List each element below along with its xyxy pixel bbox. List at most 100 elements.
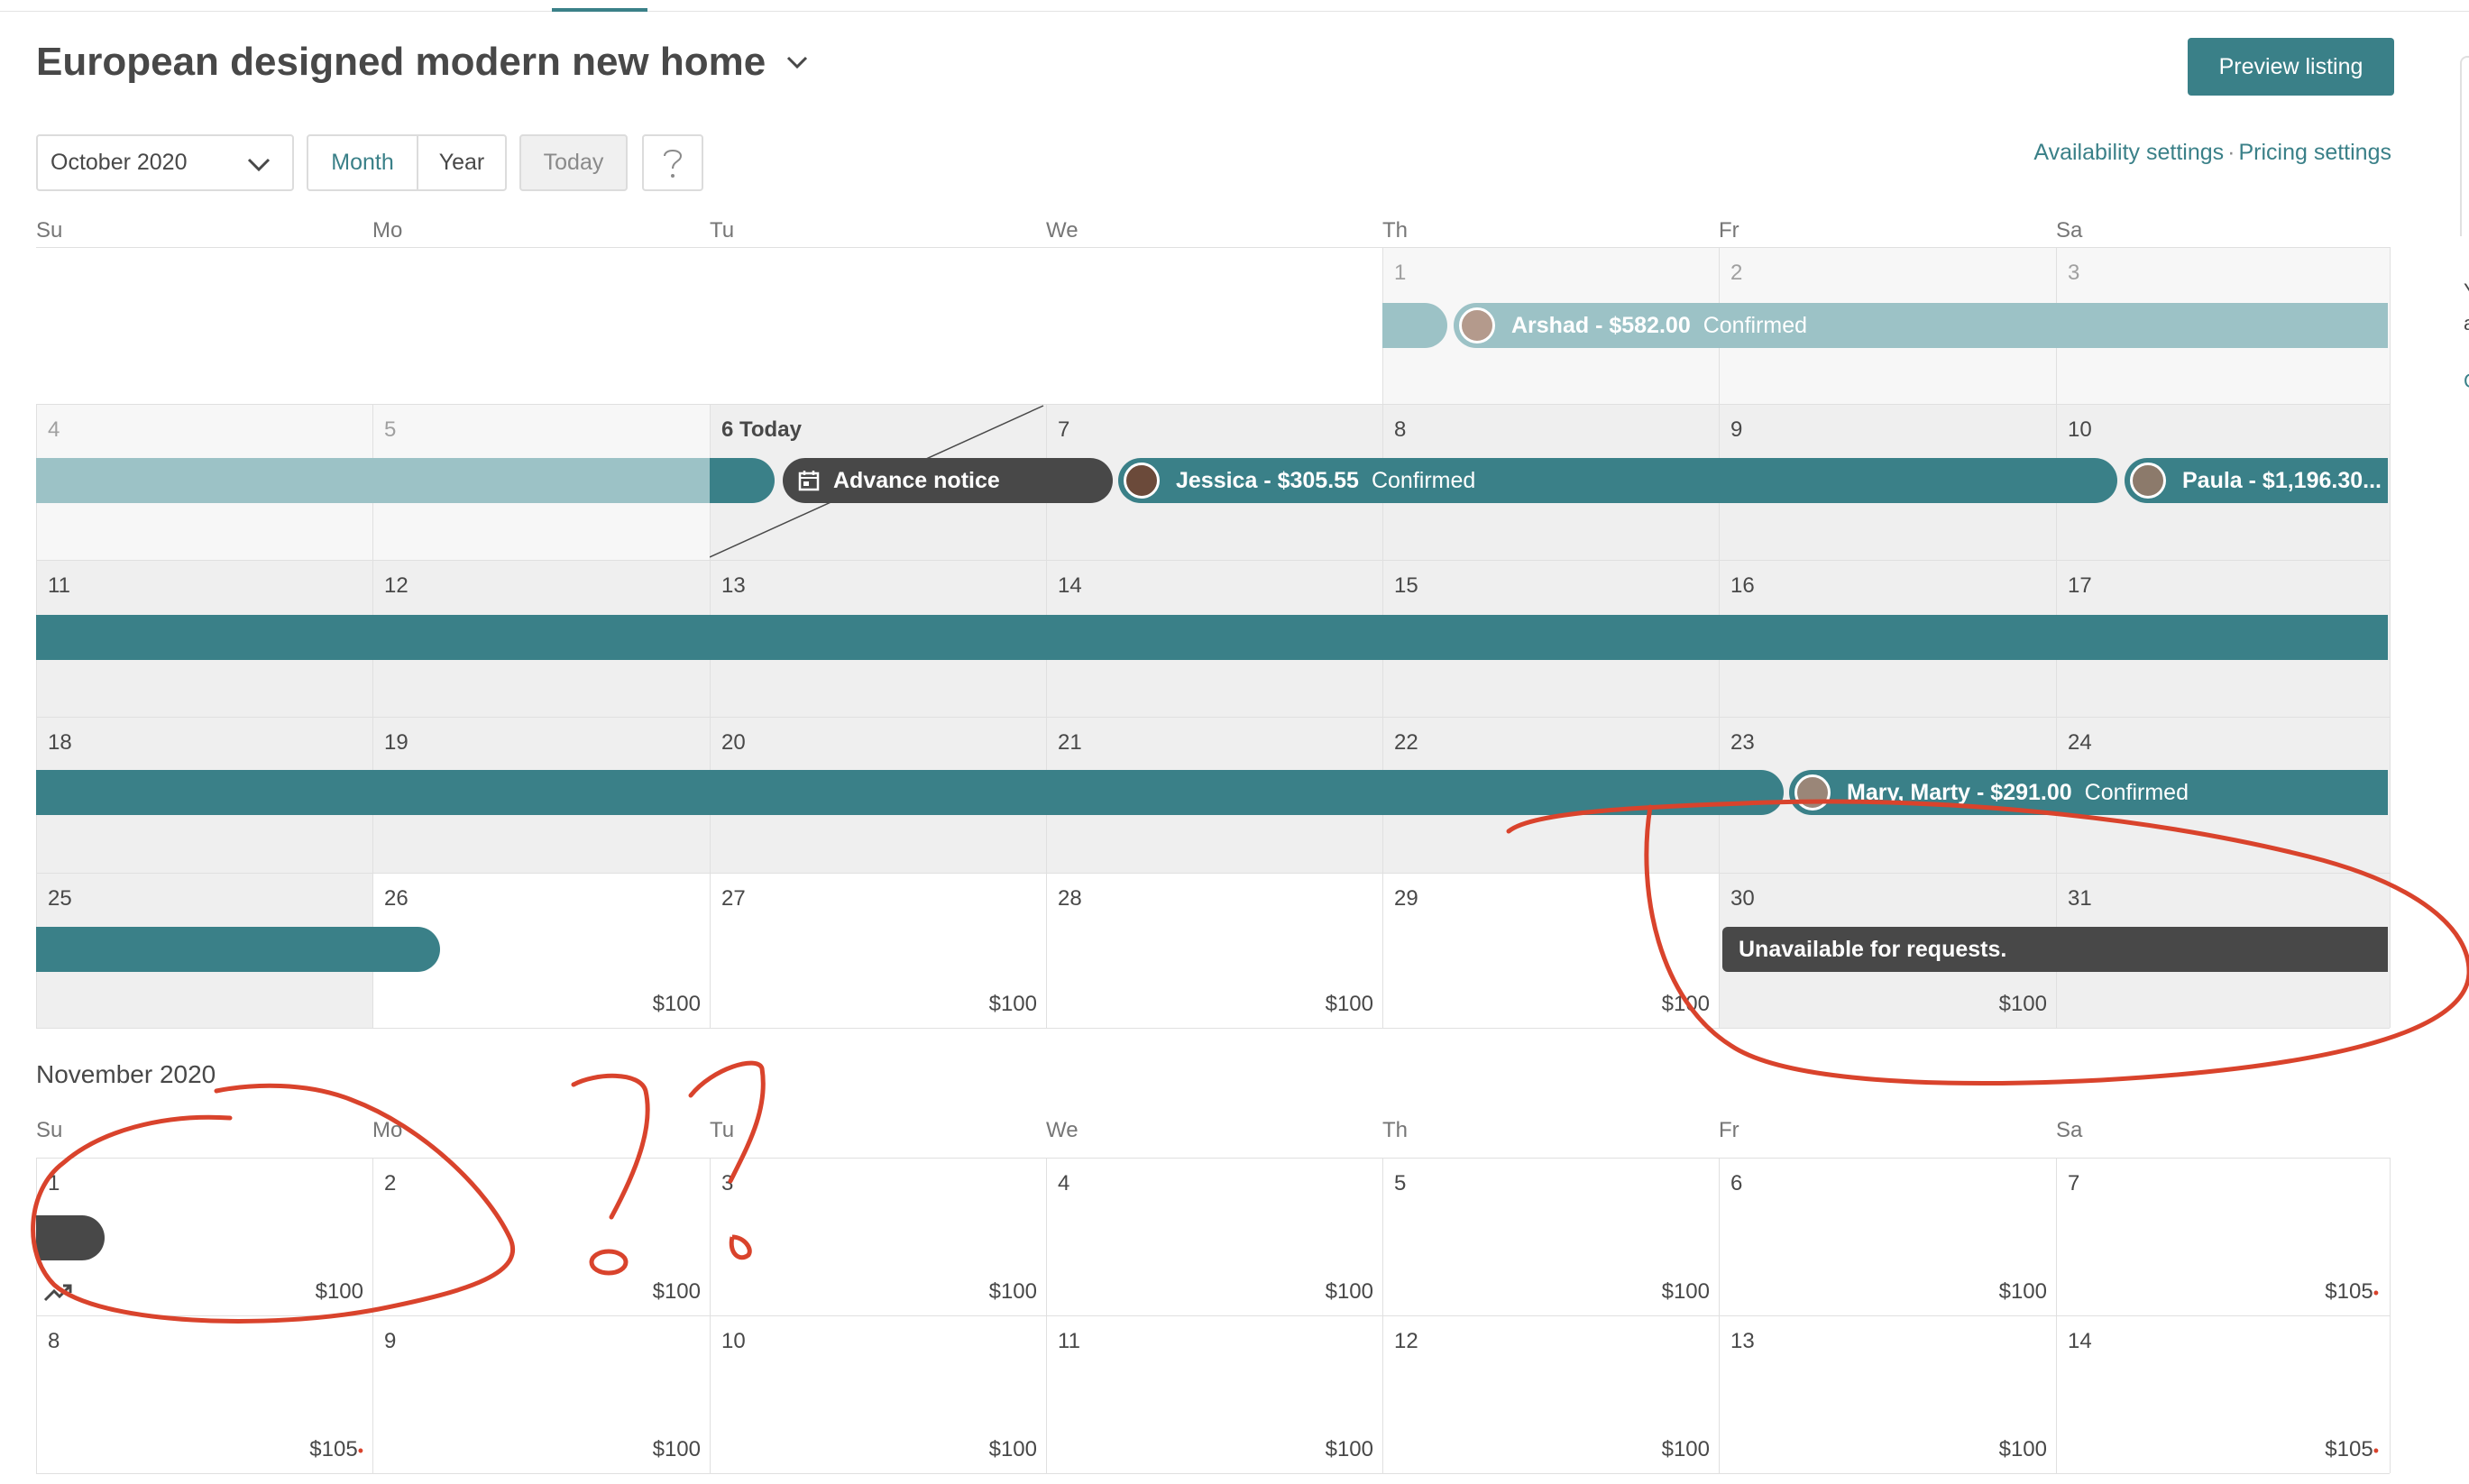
nightly-price: $100 [1325, 1437, 1373, 1461]
weekday-su: Su [36, 1118, 63, 1142]
day-cell[interactable]: 4 $100 [1046, 1158, 1382, 1315]
day-number: 2 [1730, 261, 1743, 285]
weekday-tu: Tu [710, 218, 735, 243]
help-button[interactable] [642, 134, 703, 191]
reservation-bar-jessica[interactable]: Jessica - $305.55 Confirmed [1118, 458, 2117, 503]
day-number: 4 [48, 417, 60, 442]
month-section-title: November 2020 [36, 1060, 216, 1088]
weekday-mo: Mo [372, 1118, 403, 1142]
day-number: 24 [2068, 730, 2092, 755]
reservation-status: Confirmed [2084, 779, 2189, 805]
day-number: 13 [721, 573, 746, 598]
day-number: 8 [48, 1329, 60, 1353]
listing-title[interactable]: European designed modern new home [36, 40, 811, 85]
weekday-we: We [1046, 1118, 1078, 1142]
nightly-price: $105• [309, 1437, 363, 1462]
day-cell[interactable]: 27 $100 [710, 873, 1046, 1028]
day-number: 16 [1730, 573, 1755, 598]
chevron-down-icon [787, 56, 808, 69]
availability-settings-link[interactable]: Availability settings [2033, 140, 2224, 165]
day-cell[interactable]: 5 $100 [1382, 1158, 1719, 1315]
day-number: 29 [1394, 886, 1418, 911]
day-number: 12 [384, 573, 408, 598]
day-cell[interactable]: 14 $105• [2056, 1315, 2390, 1473]
nightly-price: $100 [988, 1437, 1037, 1461]
unavailable-bar[interactable]: Unavailable for requests. [1722, 927, 2388, 972]
pricing-settings-link[interactable]: Pricing settings [2238, 140, 2391, 165]
day-cell[interactable]: 12 $100 [1382, 1315, 1719, 1473]
day-number: 18 [48, 730, 72, 755]
advance-notice-bar[interactable]: Advance notice [783, 458, 1113, 503]
weekday-th: Th [1382, 1118, 1409, 1142]
price-change-marker: • [2373, 1442, 2379, 1460]
nightly-price: $105• [2325, 1279, 2379, 1305]
reservation-bar-paula[interactable]: Paula - $1,196.30... [2125, 458, 2388, 503]
year-view-button[interactable]: Year [417, 134, 507, 191]
month-view-button[interactable]: Month [307, 134, 418, 191]
reservation-bar-previous[interactable] [1382, 303, 1447, 348]
day-cell[interactable]: 11 $100 [1046, 1315, 1382, 1473]
listing-title-text: European designed modern new home [36, 40, 766, 84]
nightly-price: $100 [1661, 1279, 1710, 1304]
price-change-marker: • [357, 1442, 363, 1460]
grid-edge [2390, 1158, 2391, 1473]
reservation-bar-arshad-cont[interactable] [36, 458, 710, 503]
day-number: 30 [1730, 886, 1755, 911]
side-panel-text: a [2464, 312, 2469, 335]
day-cell[interactable]: 28 $100 [1046, 873, 1382, 1028]
price-value: $105 [2325, 1437, 2373, 1461]
day-cell[interactable]: 3 $100 [710, 1158, 1046, 1315]
reservation-bar-mary[interactable]: Mary, Marty - $291.00 Confirmed [1789, 770, 2388, 815]
day-number: 14 [1058, 573, 1082, 598]
reservation-bar-arshad[interactable]: Arshad - $582.00 Confirmed [1454, 303, 2388, 348]
grid-edge [36, 1028, 2390, 1029]
day-cell[interactable]: 9 $100 [372, 1315, 710, 1473]
nightly-price: $100 [988, 992, 1037, 1016]
today-button[interactable]: Today [519, 134, 628, 191]
settings-links: Availability settings · Pricing settings [2033, 140, 2391, 166]
trend-up-icon [43, 1284, 72, 1302]
day-number: 13 [1730, 1329, 1755, 1353]
day-number: 1 [1394, 261, 1407, 285]
calendar-icon [798, 471, 820, 491]
day-number: 6 [1730, 1171, 1743, 1195]
day-number: 9 [384, 1329, 397, 1353]
day-number: 7 [1058, 417, 1070, 442]
day-cell[interactable]: 2 $100 [372, 1158, 710, 1315]
nightly-price: $100 [1998, 1279, 2047, 1304]
active-tab-indicator [552, 8, 647, 12]
reservation-bar-paula-cont[interactable] [36, 615, 2388, 660]
weekday-mo: Mo [372, 218, 403, 243]
day-number: 31 [2068, 886, 2092, 911]
month-select[interactable]: October 2020 [36, 134, 294, 191]
nightly-price: $100 [1325, 1279, 1373, 1304]
reservation-bar-mary-end[interactable] [36, 927, 440, 972]
day-number: 11 [1058, 1329, 1080, 1353]
price-change-marker: • [2373, 1284, 2379, 1302]
reservation-guest: Mary, Marty - $291.00 [1847, 779, 2072, 805]
day-cell[interactable]: 29 $100 [1382, 873, 1719, 1028]
nightly-price: $100 [652, 992, 701, 1016]
reservation-bar-paula-end[interactable] [36, 770, 1784, 815]
day-cell[interactable]: 10 $100 [710, 1315, 1046, 1473]
guest-avatar [1459, 307, 1495, 344]
day-cell[interactable]: 13 $100 [1719, 1315, 2056, 1473]
weekday-su: Su [36, 218, 63, 243]
day-cell[interactable]: 8 $105• [36, 1315, 372, 1473]
day-cell[interactable]: 6 $100 [1719, 1158, 2056, 1315]
grid-edge [2390, 247, 2391, 1028]
preview-listing-button[interactable]: Preview listing [2188, 38, 2394, 96]
nightly-price: $100 [652, 1437, 701, 1461]
reservation-bar-arshad-end[interactable] [710, 458, 775, 503]
day-cell[interactable]: 7 $105• [2056, 1158, 2390, 1315]
weekday-fr: Fr [1719, 218, 1739, 243]
side-panel-link[interactable]: C [2464, 370, 2469, 393]
blocked-night-bar[interactable] [36, 1215, 105, 1260]
day-number: 11 [48, 573, 70, 598]
day-number: 26 [384, 886, 408, 911]
nightly-price: $105• [2325, 1437, 2379, 1462]
grid-edge [36, 1473, 2390, 1474]
side-panel-text: Y [2464, 279, 2469, 303]
reservation-guest: Arshad - $582.00 [1511, 312, 1691, 338]
nightly-price: $100 [988, 1279, 1037, 1304]
